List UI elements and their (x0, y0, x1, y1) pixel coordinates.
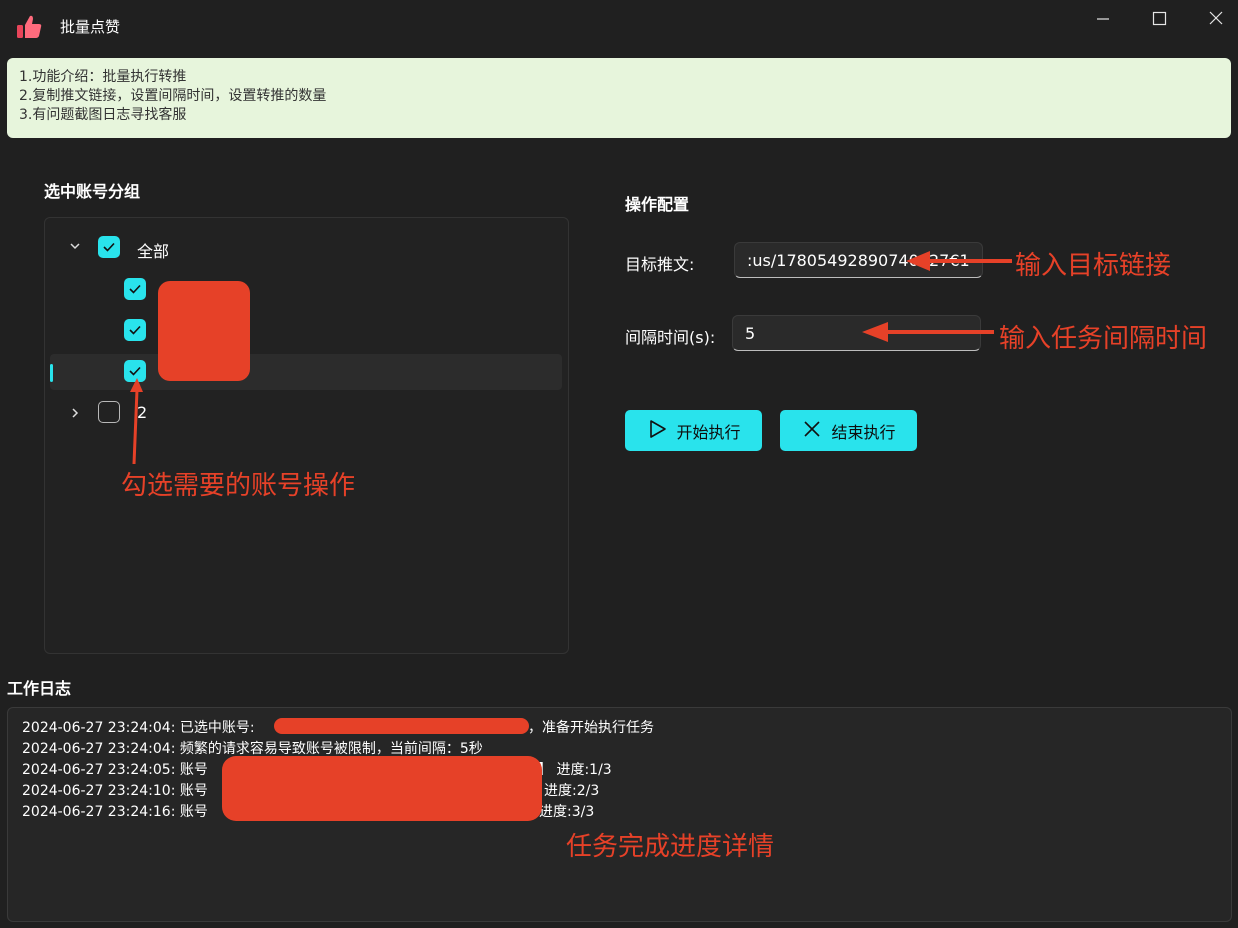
annotation-interval: 输入任务间隔时间 (999, 324, 1208, 354)
window-title: 批量点赞 (60, 18, 121, 36)
checkbox-account[interactable] (124, 278, 146, 300)
info-line: 2.复制推文链接，设置间隔时间，设置转推的数量 (19, 88, 327, 104)
start-button[interactable]: 开始执行 (625, 410, 762, 451)
close-icon (801, 418, 823, 444)
chevron-down-icon[interactable] (68, 238, 82, 257)
annotation-accounts: 勾选需要的账号操作 (121, 471, 356, 501)
tree-label-all: 全部 (137, 242, 170, 261)
checkbox-all[interactable] (98, 236, 120, 258)
stop-button-label: 结束执行 (831, 422, 896, 442)
log-line: 2024-06-27 23:24:04: 频繁的请求容易导致账号被限制，当前间隔… (22, 741, 483, 757)
annotation-progress: 任务完成进度详情 (566, 832, 775, 862)
log-line-suffix: 】 进度:1/3 (538, 762, 612, 778)
stop-button[interactable]: 结束执行 (780, 410, 917, 451)
checkbox-account[interactable] (124, 319, 146, 341)
title-bar (0, 0, 1238, 50)
selection-indicator (50, 364, 53, 382)
annotation-target: 输入目标链接 (1015, 251, 1172, 281)
log-line: 2024-06-27 23:24:05: 账号 (22, 762, 208, 778)
redaction-block (158, 281, 250, 381)
annotation-arrow (862, 322, 994, 342)
target-label: 目标推文: (625, 255, 695, 274)
thumbs-up-icon (14, 12, 44, 42)
play-icon (646, 418, 668, 444)
log-line: 2024-06-27 23:24:04: 已选中账号: (22, 720, 255, 736)
start-button-label: 开始执行 (676, 422, 741, 442)
info-line: 3.有问题截图日志寻找客服 (19, 107, 187, 123)
interval-label: 间隔时间(s): (625, 328, 716, 347)
log-line: 2024-06-27 23:24:10: 账号 (22, 783, 208, 799)
close-icon[interactable] (1201, 8, 1231, 30)
config-section-title: 操作配置 (625, 195, 690, 214)
info-line: 1.功能介绍：批量执行转推 (19, 69, 187, 85)
checkbox-group-2[interactable] (98, 401, 120, 423)
annotation-arrow (906, 251, 1012, 271)
info-box: 1.功能介绍：批量执行转推 2.复制推文链接，设置间隔时间，设置转推的数量 3.… (7, 58, 1231, 138)
account-tree-panel (44, 217, 569, 654)
log-line-suffix: ，准备开始执行任务 (528, 720, 654, 736)
maximize-icon[interactable] (1144, 8, 1174, 30)
log-section-title: 工作日志 (7, 679, 72, 698)
log-line-suffix: 进度:3/3 (539, 804, 595, 820)
annotation-arrow (130, 378, 143, 465)
redaction-block (222, 756, 542, 821)
group-section-title: 选中账号分组 (44, 182, 141, 201)
minimize-icon[interactable] (1088, 8, 1118, 30)
chevron-right-icon[interactable] (68, 405, 82, 424)
redaction-block (274, 718, 529, 734)
log-line-suffix: 进度:2/3 (544, 783, 600, 799)
log-line: 2024-06-27 23:24:16: 账号 (22, 804, 208, 820)
